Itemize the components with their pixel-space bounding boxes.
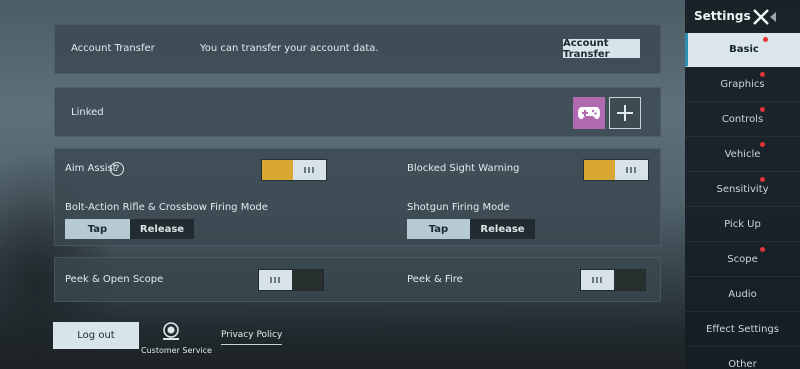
sidebar-item-effect-settings[interactable]: Effect Settings [685, 313, 800, 347]
peek-scope-toggle[interactable]: III [258, 269, 324, 291]
bolt-action-release-option[interactable]: Release [130, 219, 194, 239]
sidebar-item-graphics[interactable]: Graphics [685, 68, 800, 102]
sidebar-item-label: Controls [721, 114, 764, 125]
aim-assist-label: Aim Assist [65, 163, 117, 174]
toggle-knob: III [293, 160, 326, 180]
bolt-action-label: Bolt-Action Rifle & Crossbow Firing Mode [65, 202, 268, 213]
aim-assist-toggle[interactable]: III [261, 159, 327, 181]
account-transfer-description: You can transfer your account data. [200, 43, 379, 54]
sidebar-item-label: Pick Up [724, 219, 761, 230]
sidebar-item-label: Audio [728, 289, 757, 300]
toggle-knob: III [581, 270, 614, 290]
sidebar-item-other[interactable]: Other [685, 348, 800, 369]
notification-dot-icon [760, 177, 765, 182]
peek-fire-label: Peek & Fire [407, 274, 463, 285]
add-link-button[interactable] [609, 97, 641, 129]
notification-dot-icon [763, 37, 768, 42]
shotgun-selector: Tap Release [407, 219, 535, 239]
sidebar-item-pick-up[interactable]: Pick Up [685, 208, 800, 242]
help-icon[interactable]: ? [110, 162, 124, 176]
logout-button[interactable]: Log out [53, 322, 139, 349]
blocked-sight-label: Blocked Sight Warning [407, 163, 520, 174]
sidebar-item-label: Basic [729, 44, 759, 55]
account-transfer-label: Account Transfer [71, 43, 155, 54]
notification-dot-icon [760, 142, 765, 147]
peek-scope-label: Peek & Open Scope [65, 274, 164, 285]
shotgun-tap-option[interactable]: Tap [407, 219, 470, 239]
notification-dot-icon [760, 247, 765, 252]
toggle-knob: III [615, 160, 648, 180]
bolt-action-selector: Tap Release [65, 219, 194, 239]
account-transfer-panel: Account Transfer You can transfer your a… [54, 24, 661, 74]
account-transfer-button[interactable]: Account Transfer [563, 38, 640, 60]
close-icon[interactable] [752, 8, 776, 26]
sidebar-item-basic[interactable]: Basic [685, 33, 800, 67]
shotgun-release-option[interactable]: Release [470, 219, 535, 239]
sidebar-item-sensitivity[interactable]: Sensitivity [685, 173, 800, 207]
sidebar-item-label: Sensitivity [716, 184, 769, 195]
sidebar-item-label: Effect Settings [706, 324, 779, 335]
shotgun-label: Shotgun Firing Mode [407, 202, 510, 213]
plus-icon [617, 105, 633, 121]
notification-dot-icon [760, 107, 765, 112]
customer-service-icon[interactable] [160, 320, 182, 342]
controls-panel: Aim Assist ? III Blocked Sight Warning I… [54, 148, 661, 246]
customer-service-label[interactable]: Customer Service [141, 346, 212, 355]
sidebar-item-scope[interactable]: Scope [685, 243, 800, 277]
sidebar-item-label: Vehicle [724, 149, 761, 160]
sidebar-item-controls[interactable]: Controls [685, 103, 800, 137]
peek-fire-toggle[interactable]: III [580, 269, 646, 291]
notification-dot-icon [760, 72, 765, 77]
peek-panel: Peek & Open Scope III Peek & Fire III [54, 257, 661, 302]
privacy-policy-link[interactable]: Privacy Policy [221, 330, 283, 345]
sidebar-item-label: Graphics [720, 79, 765, 90]
linked-panel: Linked [54, 87, 661, 137]
settings-title: Settings [694, 9, 751, 23]
sidebar-item-audio[interactable]: Audio [685, 278, 800, 312]
linked-label: Linked [71, 107, 104, 118]
toggle-knob: III [259, 270, 292, 290]
sidebar-item-label: Scope [727, 254, 758, 265]
bolt-action-tap-option[interactable]: Tap [65, 219, 130, 239]
blocked-sight-toggle[interactable]: III [583, 159, 649, 181]
gamepad-icon[interactable] [573, 97, 605, 129]
settings-sidebar: Settings Basic Graphics Controls Vehicle Sen… [685, 0, 800, 369]
sidebar-item-vehicle[interactable]: Vehicle [685, 138, 800, 172]
sidebar-item-label: Other [728, 359, 757, 369]
